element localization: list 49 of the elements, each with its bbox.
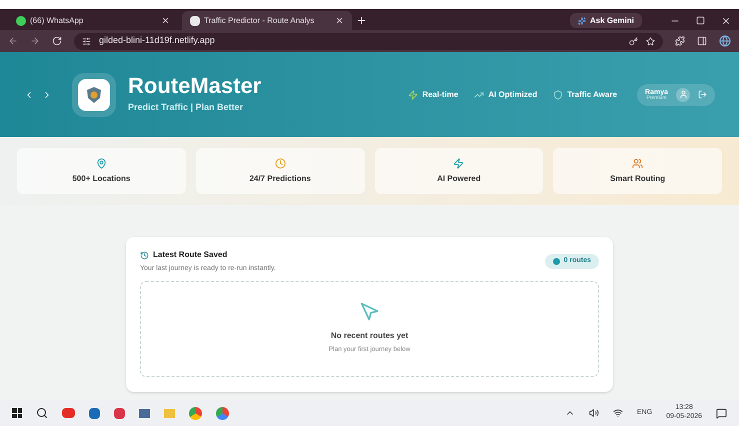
search-icon[interactable] <box>36 407 48 419</box>
side-panel-icon[interactable] <box>697 36 707 46</box>
back-icon[interactable] <box>8 36 18 46</box>
sparkle-icon <box>578 16 586 24</box>
feature-label: Real-time <box>422 88 458 100</box>
close-icon[interactable] <box>335 16 344 25</box>
logout-icon[interactable] <box>698 90 707 99</box>
lightning-icon <box>453 158 464 168</box>
feature-label: Traffic Aware <box>567 88 618 100</box>
stat-label: AI Powered <box>437 172 481 184</box>
lightning-icon <box>408 90 418 100</box>
users-icon <box>632 158 644 168</box>
navigation-arrow-icon <box>360 302 380 322</box>
extensions-icon[interactable] <box>675 36 685 46</box>
history-icon <box>140 250 149 260</box>
browser-tab[interactable]: (66) WhatsApp <box>8 11 178 30</box>
assistant-button[interactable]: Ask Gemini <box>570 13 642 28</box>
feature-label: AI Optimized <box>488 88 538 100</box>
tab-title: (66) WhatsApp <box>30 14 84 26</box>
speaker-icon[interactable] <box>589 408 600 418</box>
start-icon[interactable] <box>12 408 22 418</box>
stat-label: 500+ Locations <box>72 172 130 184</box>
notifications-icon[interactable] <box>716 408 727 418</box>
avatar-icon[interactable] <box>676 88 690 102</box>
trend-icon <box>474 90 484 100</box>
browser-tab[interactable]: Traffic Predictor - Route Analys <box>182 11 352 30</box>
location-pin-icon <box>96 158 107 168</box>
new-tab-icon[interactable] <box>356 15 367 26</box>
site-settings-icon[interactable] <box>82 36 91 46</box>
card-title: Latest Route Saved <box>153 249 228 261</box>
app-subtitle: Predict Traffic | Plan Better <box>128 100 244 114</box>
clock-icon <box>274 158 286 168</box>
maximize-icon[interactable] <box>696 16 705 25</box>
tab-title: Traffic Predictor - Route Analys <box>204 14 316 26</box>
app-title: RouteMaster <box>128 74 262 97</box>
shield-icon <box>553 90 564 100</box>
stat-label: Smart Routing <box>610 172 666 184</box>
profile-icon[interactable] <box>719 35 731 47</box>
forward-icon[interactable] <box>30 36 40 46</box>
close-icon[interactable] <box>161 16 170 25</box>
key-icon[interactable] <box>629 36 638 46</box>
reload-icon[interactable] <box>52 36 62 46</box>
address-bar[interactable]: gilded-blini-11d19f.netlify.app <box>74 32 663 50</box>
star-icon[interactable] <box>646 36 655 46</box>
close-icon[interactable] <box>721 16 731 26</box>
wifi-icon[interactable] <box>613 408 624 418</box>
empty-title: No recent routes yet <box>330 330 408 342</box>
stat-label: 24/7 Predictions <box>249 172 311 184</box>
logo-icon <box>85 86 103 104</box>
